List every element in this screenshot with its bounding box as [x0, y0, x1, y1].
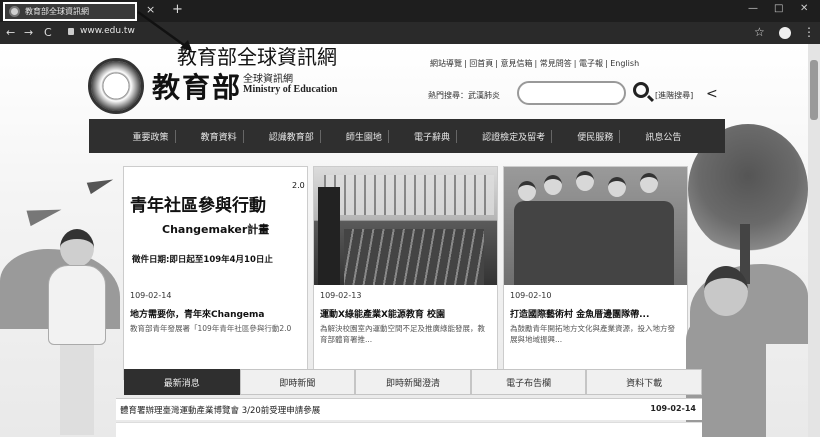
person-figure — [608, 177, 626, 197]
top-link[interactable]: 意見信箱 — [501, 59, 533, 68]
reload-icon[interactable]: C — [44, 26, 52, 39]
tab-bulletin-board[interactable]: 電子布告欄 — [470, 369, 587, 395]
girl-body — [48, 265, 106, 345]
news-list-item[interactable]: 體育署辦理臺灣運動產業博覽會 3/20前受理申請參展 109-02-14 — [116, 398, 702, 420]
site-logo-title[interactable]: 教育部 — [152, 66, 242, 106]
person-figure — [518, 181, 536, 201]
lock-icon — [68, 28, 74, 35]
tab-downloads[interactable]: 資料下載 — [586, 369, 702, 395]
hot-search-text[interactable]: 熱門搜尋：武漢肺炎 — [428, 90, 500, 101]
tab-latest-news[interactable]: 最新消息 — [124, 369, 240, 395]
browser-tab[interactable]: 教育部全球資訊網 — [3, 2, 137, 21]
group-bodies — [514, 201, 674, 285]
window-close-icon[interactable]: ✕ — [800, 3, 808, 14]
news-tabs: 最新消息 即時新聞 即時新聞澄清 電子布告欄 資料下載 — [124, 369, 702, 395]
tab-title: 教育部全球資訊網 — [25, 7, 89, 16]
main-menu: 重要政策 教育資料 認識教育部 師生園地 電子辭典 認證檢定及留考 便民服務 訊… — [89, 119, 725, 153]
news-card-desc: 教育部青年發展署「109年青年社區參與行動2.0 — [130, 324, 292, 333]
news-card[interactable]: 109-02-10 打造國際藝術村 金魚厝邊團隊帶... 為鼓勵青年開拓地方文化… — [503, 166, 688, 380]
maximize-icon[interactable]: □ — [774, 3, 783, 14]
banner-version: 2.0 — [292, 181, 305, 190]
news-card-date: 109-02-14 — [130, 291, 172, 300]
account-icon[interactable] — [779, 27, 791, 39]
news-item-date: 109-02-14 — [650, 404, 696, 413]
menu-item[interactable]: 認識教育部 — [263, 129, 321, 143]
forward-icon[interactable]: → — [24, 26, 33, 39]
scrollbar-thumb[interactable] — [810, 60, 818, 120]
news-card-title[interactable]: 地方需要你，青年來Changema — [130, 307, 302, 320]
menu-item[interactable]: 教育資料 — [195, 129, 244, 143]
site-favicon-icon — [9, 6, 20, 17]
banner-headline: 青年社區參與行動 — [130, 196, 266, 216]
news-item-title[interactable]: 體育署辦理臺灣運動產業博覽會 3/20前受理申請參展 — [120, 404, 320, 416]
search-icon[interactable] — [633, 82, 649, 98]
news-card-date: 109-02-13 — [320, 291, 362, 300]
web-page: 教育部 全球資訊網 Ministry of Education 網站導覽 | 回首… — [0, 44, 808, 437]
site-logo-subtitle: 全球資訊網 — [243, 74, 293, 85]
menu-item[interactable]: 訊息公告 — [639, 130, 687, 143]
banner-deadline: 徵件日期:即日起至109年4月10日止 — [132, 255, 273, 265]
top-link[interactable]: 回首頁 — [469, 59, 493, 68]
annotation-label: 教育部全球資訊網 — [177, 45, 337, 69]
girl-illustration — [34, 229, 118, 437]
top-link[interactable]: 常見問答 — [540, 59, 572, 68]
news-card-desc: 為解決校園室內運動空間不足及推廣綠能發展，教育部體育署推... — [320, 324, 485, 344]
news-card-desc: 為鼓勵青年開拓地方文化與產業資源，投入地方發展與地域振興... — [510, 324, 675, 344]
news-card-image — [314, 167, 497, 285]
news-list-item[interactable] — [116, 422, 702, 437]
minimize-icon[interactable]: — — [748, 3, 758, 14]
tab-news-clarification[interactable]: 即時新聞澄清 — [355, 369, 471, 395]
news-card[interactable]: 109-02-13 運動X綠能產業X能源教育 校園 為解決校園室內運動空間不足及… — [313, 166, 498, 380]
menu-item[interactable]: 認證檢定及留考 — [476, 129, 553, 143]
top-link[interactable]: 電子報 — [579, 59, 603, 68]
paper-plane-icon — [26, 201, 64, 227]
person-figure — [640, 173, 658, 193]
news-card[interactable]: 青年社區參與行動 2.0 Changemaker計畫 徵件日期:即日起至109年… — [123, 166, 308, 380]
top-link[interactable]: English — [610, 59, 639, 68]
share-icon[interactable]: < — [706, 86, 718, 102]
news-card-image: 青年社區參與行動 2.0 Changemaker計畫 徵件日期:即日起至109年… — [124, 167, 307, 285]
search-input[interactable] — [517, 81, 626, 105]
menu-item[interactable]: 師生園地 — [340, 129, 389, 143]
site-logo-english: Ministry of Education — [243, 84, 338, 95]
stadium-roof — [324, 175, 494, 215]
person-figure — [544, 175, 562, 195]
news-card-title[interactable]: 打造國際藝術村 金魚厝邊團隊帶... — [510, 307, 682, 320]
advanced-search-link[interactable]: [進階搜尋] — [655, 90, 693, 101]
menu-item[interactable]: 電子辭典 — [408, 129, 458, 143]
news-card-title[interactable]: 運動X綠能產業X能源教育 校園 — [320, 307, 492, 320]
girl-legs — [60, 345, 94, 435]
browser-menu-icon[interactable]: ⋮ — [803, 25, 815, 39]
boy-head — [704, 266, 748, 316]
ministry-logo-icon[interactable] — [88, 58, 144, 114]
top-links: 網站導覽 | 回首頁 | 意見信箱 | 常見問答 | 電子報 | English — [430, 59, 640, 68]
news-card-image — [504, 167, 687, 285]
back-icon[interactable]: ← — [6, 26, 15, 39]
paper-plane-icon — [86, 173, 116, 195]
menu-item[interactable]: 便民服務 — [571, 129, 621, 143]
bookmark-star-icon[interactable]: ☆ — [754, 25, 765, 39]
person-figure — [576, 171, 594, 191]
stadium-pillar — [318, 187, 340, 285]
news-card-date: 109-02-10 — [510, 291, 552, 300]
tab-instant-news[interactable]: 即時新聞 — [239, 369, 356, 395]
menu-item[interactable]: 重要政策 — [127, 129, 176, 143]
top-link[interactable]: 網站導覽 — [430, 59, 462, 68]
girl-head — [60, 229, 94, 267]
banner-subtitle: Changemaker計畫 — [162, 223, 270, 236]
running-track — [344, 229, 484, 285]
